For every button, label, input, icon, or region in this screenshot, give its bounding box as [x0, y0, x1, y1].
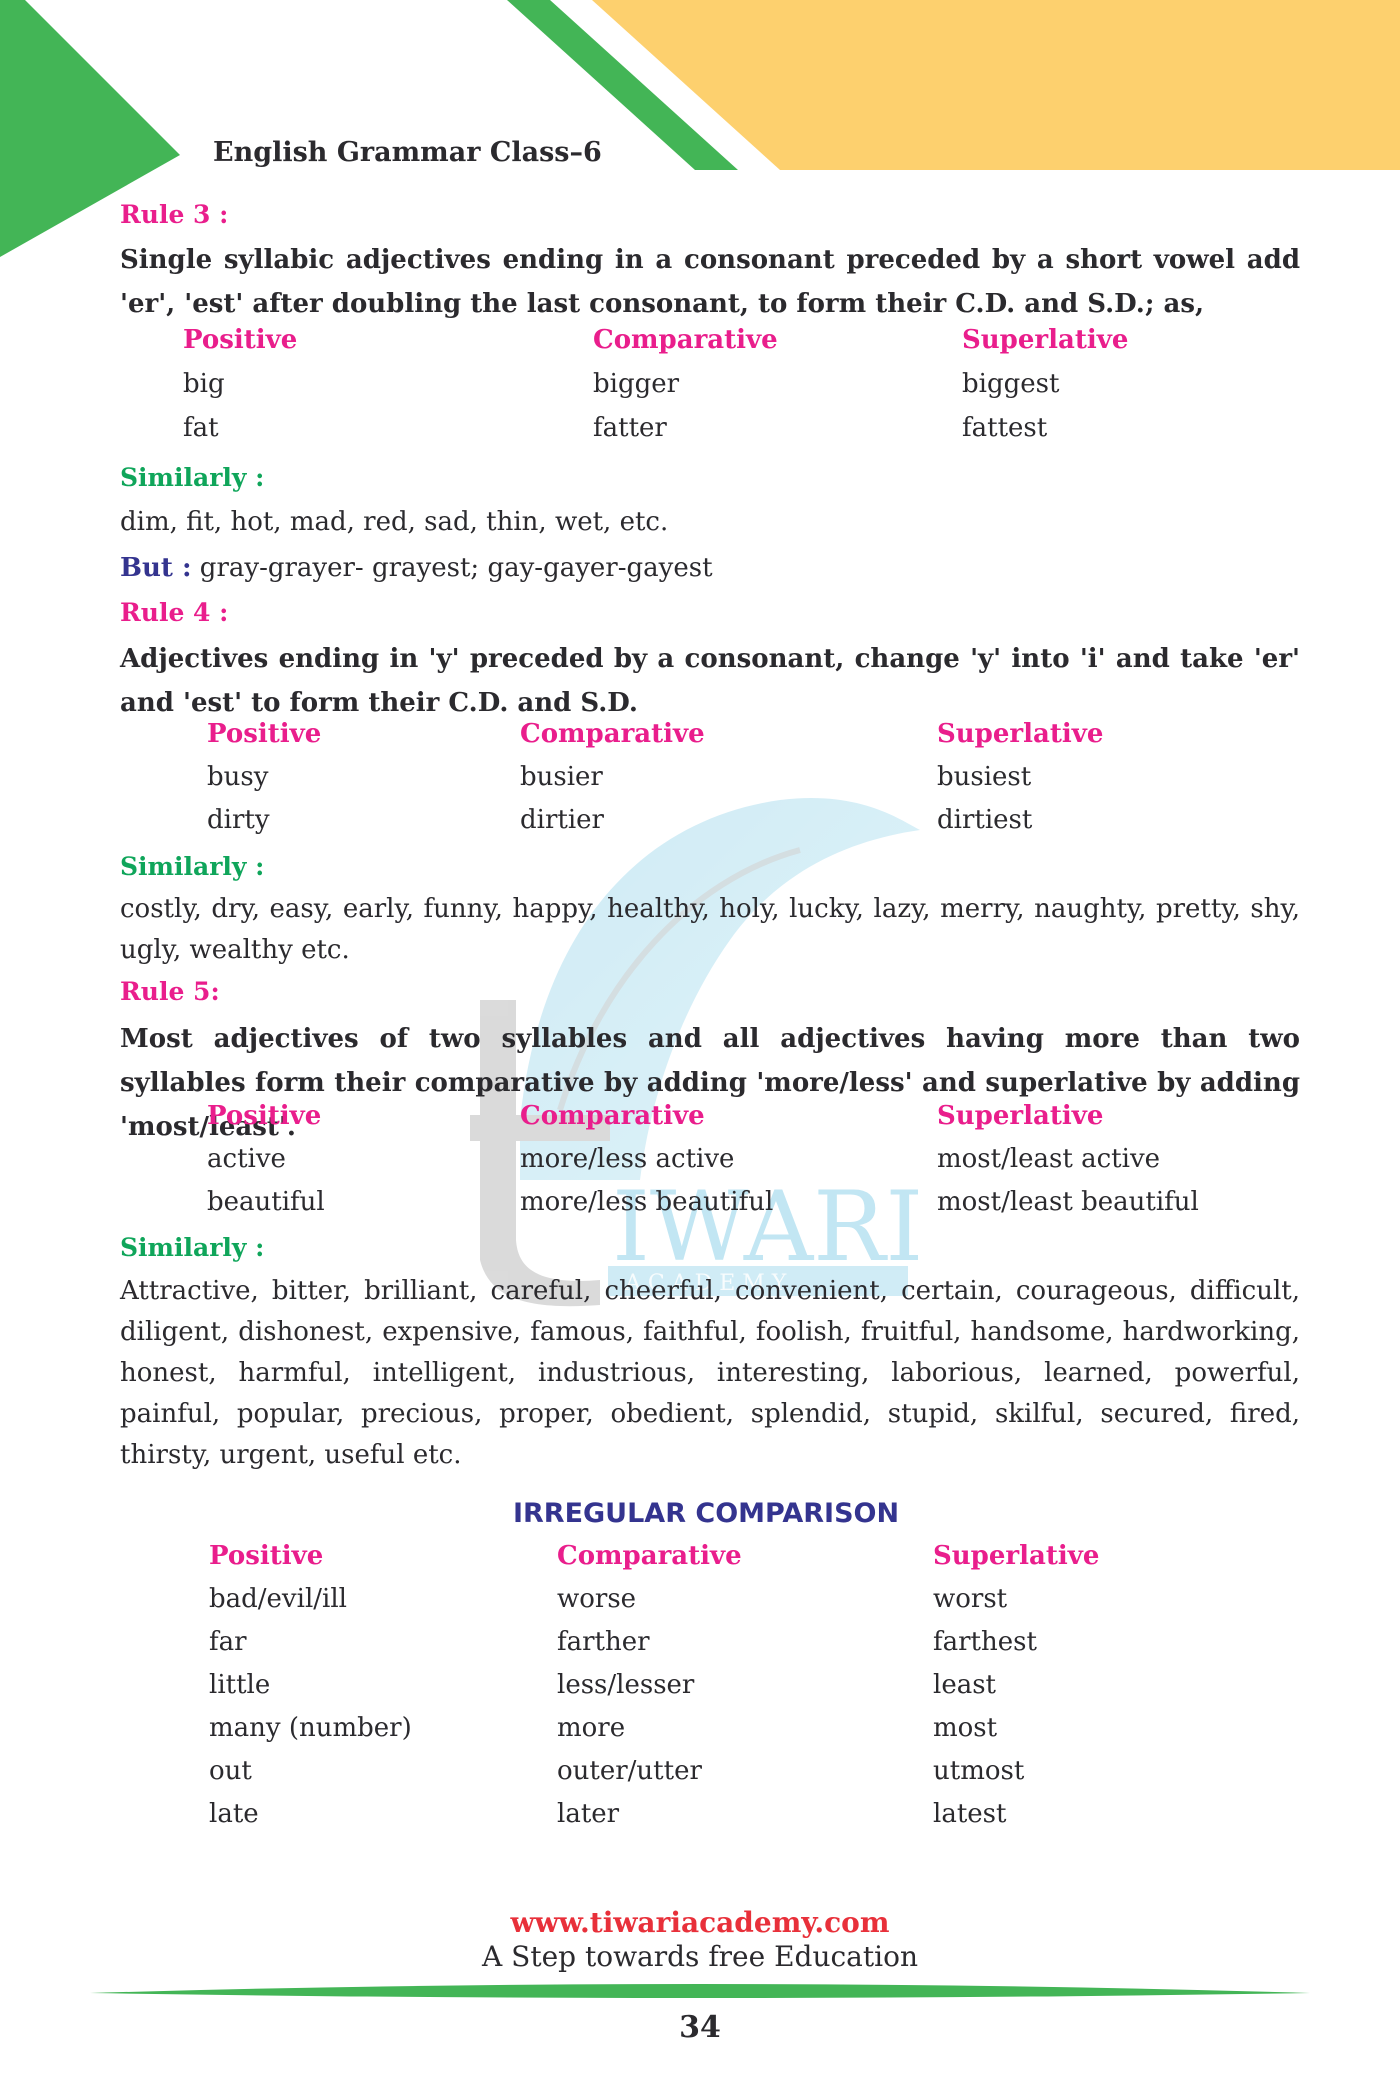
cell-superlative: biggest — [962, 369, 1060, 399]
cell-positive: many (number) — [209, 1713, 412, 1743]
book-title: English Grammar Class–6 — [213, 137, 602, 168]
column-header-positive: Positive — [207, 719, 322, 749]
cell-positive: little — [209, 1670, 271, 1700]
cell-comparative: fatter — [593, 413, 667, 443]
column-header-comparative: Comparative — [520, 719, 705, 749]
cell-superlative: farthest — [933, 1627, 1037, 1657]
rule-4-similarly-label: Similarly : — [120, 852, 265, 881]
cell-comparative: more/less active — [520, 1144, 735, 1174]
irregular-comparison-title: IRREGULAR COMPARISON — [512, 1498, 900, 1529]
cell-superlative: least — [933, 1670, 996, 1700]
column-header-superlative: Superlative — [937, 1101, 1104, 1131]
cell-superlative: dirtiest — [937, 805, 1033, 835]
cell-comparative: outer/utter — [557, 1756, 702, 1786]
rule-5-similarly-label: Similarly : — [120, 1233, 265, 1262]
page-number: 34 — [679, 2010, 721, 2045]
column-header-superlative: Superlative — [962, 325, 1129, 355]
cell-superlative: busiest — [937, 762, 1032, 792]
rule-3-but-line: But : gray-grayer- grayest; gay-gayer-ga… — [120, 553, 713, 583]
cell-positive: beautiful — [207, 1187, 325, 1217]
rule-5-label: Rule 5: — [120, 977, 220, 1006]
cell-superlative: fattest — [962, 413, 1048, 443]
cell-positive: bad/evil/ill — [209, 1584, 347, 1614]
cell-superlative: most/least beautiful — [937, 1187, 1199, 1217]
cell-superlative: most/least active — [937, 1144, 1161, 1174]
cell-comparative: more/less beautiful — [520, 1187, 774, 1217]
cell-positive: fat — [183, 413, 219, 443]
cell-positive: out — [209, 1756, 252, 1786]
column-header-superlative: Superlative — [937, 719, 1104, 749]
cell-comparative: less/lesser — [557, 1670, 695, 1700]
cell-comparative: bigger — [593, 369, 680, 399]
rule-3-text: Single syllabic adjectives ending in a c… — [120, 245, 1300, 319]
cell-comparative: dirtier — [520, 805, 604, 835]
cell-comparative: farther — [557, 1627, 650, 1657]
cell-superlative: latest — [933, 1799, 1007, 1829]
but-label: But : — [120, 553, 192, 583]
header-orange-block — [592, 0, 1400, 170]
rule-3-similarly-label: Similarly : — [120, 463, 265, 492]
column-header-positive: Positive — [209, 1541, 324, 1571]
column-header-superlative: Superlative — [933, 1541, 1100, 1571]
cell-comparative: more — [557, 1713, 626, 1743]
cell-positive: dirty — [207, 805, 270, 835]
cell-positive: late — [209, 1799, 259, 1829]
column-header-comparative: Comparative — [557, 1541, 742, 1571]
cell-superlative: most — [933, 1713, 998, 1743]
cell-comparative: later — [557, 1799, 620, 1829]
cell-superlative: utmost — [933, 1756, 1025, 1786]
cell-positive: busy — [207, 762, 269, 792]
footer-divider — [90, 1984, 1310, 1998]
cell-positive: big — [183, 369, 225, 399]
cell-comparative: busier — [520, 762, 603, 792]
rule-4-similarly-text: costly, dry, easy, early, funny, happy, … — [120, 894, 1300, 965]
cell-superlative: worst — [933, 1584, 1008, 1614]
rule-4-text: Adjectives ending in 'y' preceded by a c… — [120, 644, 1300, 718]
rule-3-similarly-text: dim, fit, hot, mad, red, sad, thin, wet,… — [120, 507, 669, 537]
column-header-positive: Positive — [183, 325, 298, 355]
rule-3-label: Rule 3 : — [120, 200, 229, 229]
rule-4-label: Rule 4 : — [120, 598, 229, 627]
column-header-comparative: Comparative — [520, 1101, 705, 1131]
cell-positive: far — [209, 1627, 247, 1657]
but-text: gray-grayer- grayest; gay-gayer-gayest — [191, 553, 713, 583]
website-link[interactable]: www.tiwariacademy.com — [0, 1906, 1400, 1939]
column-header-comparative: Comparative — [593, 325, 778, 355]
column-header-positive: Positive — [207, 1101, 322, 1131]
rule-5-similarly-text: Attractive, bitter, brilliant, careful, … — [120, 1276, 1300, 1470]
cell-positive: active — [207, 1144, 286, 1174]
footer-tagline: A Step towards free Education — [482, 1940, 918, 1973]
cell-comparative: worse — [557, 1584, 637, 1614]
